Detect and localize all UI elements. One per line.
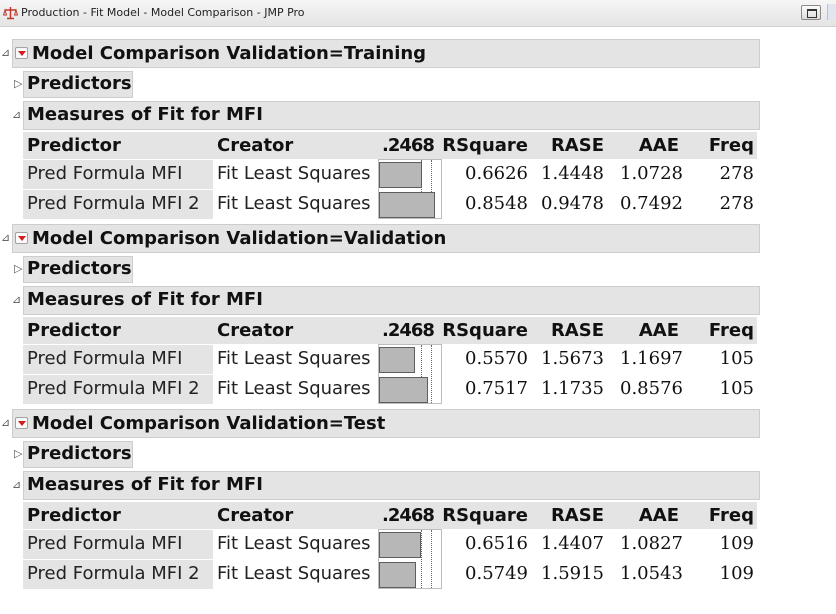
rsquare-bar-chart bbox=[378, 529, 442, 589]
measures-collapse-icon[interactable]: ⊿ bbox=[12, 109, 21, 121]
section-red-triangle-menu[interactable] bbox=[15, 417, 28, 429]
section-red-triangle-menu[interactable] bbox=[15, 47, 28, 59]
column-creator: Creator bbox=[217, 505, 294, 526]
column-rase: RASE bbox=[550, 505, 604, 526]
measures-title: Measures of Fit for MFI bbox=[27, 474, 263, 495]
rase-value: 1.4448 bbox=[541, 163, 604, 184]
creator-name: Fit Least Squares bbox=[217, 193, 371, 214]
rase-value: 1.5915 bbox=[541, 563, 604, 584]
column-freq: Freq bbox=[708, 505, 754, 526]
freq-value: 109 bbox=[719, 563, 754, 584]
measures-title: Measures of Fit for MFI bbox=[27, 104, 263, 125]
creator-name: Fit Least Squares bbox=[217, 348, 371, 369]
column-rsquare: RSquare bbox=[442, 135, 528, 156]
rase-value: 0.9478 bbox=[541, 193, 604, 214]
predictors-label: Predictors bbox=[27, 73, 132, 94]
section-title: Model Comparison Validation=Validation bbox=[32, 228, 447, 249]
section-collapse-icon[interactable]: ⊿ bbox=[1, 47, 10, 59]
section-collapse-icon[interactable]: ⊿ bbox=[1, 232, 10, 244]
column-aae: AAE bbox=[638, 505, 679, 526]
measures-collapse-icon[interactable]: ⊿ bbox=[12, 294, 21, 306]
column-rase: RASE bbox=[550, 320, 604, 341]
rase-value: 1.5673 bbox=[541, 348, 604, 369]
rsquare-bar bbox=[379, 562, 416, 588]
column-creator: Creator bbox=[217, 320, 294, 341]
freq-value: 105 bbox=[719, 348, 754, 369]
rsquare-value: 0.8548 bbox=[465, 193, 528, 214]
bar-reference-line bbox=[431, 530, 432, 588]
window-edge-icon bbox=[827, 4, 836, 20]
column-predictor: Predictor bbox=[27, 320, 121, 341]
rsquare-bar-chart bbox=[378, 159, 442, 219]
column-rsquare: RSquare bbox=[442, 505, 528, 526]
column-bar-scale: .2468 bbox=[382, 320, 435, 341]
creator-name: Fit Least Squares bbox=[217, 563, 371, 584]
aae-value: 0.7492 bbox=[620, 193, 683, 214]
predictor-name: Pred Formula MFI 2 bbox=[27, 193, 200, 214]
aae-value: 0.8576 bbox=[620, 378, 683, 399]
jmp-scale-icon bbox=[3, 7, 18, 20]
rsquare-bar bbox=[379, 192, 435, 218]
rsquare-bar bbox=[379, 162, 422, 188]
predictors-expand-icon[interactable]: ▷ bbox=[14, 448, 22, 460]
column-creator: Creator bbox=[217, 135, 294, 156]
aae-value: 1.1697 bbox=[620, 348, 683, 369]
section-red-triangle-menu[interactable] bbox=[15, 232, 28, 244]
restore-icon bbox=[807, 9, 817, 18]
column-freq: Freq bbox=[708, 320, 754, 341]
freq-value: 105 bbox=[719, 378, 754, 399]
predictor-name: Pred Formula MFI 2 bbox=[27, 563, 200, 584]
predictor-name: Pred Formula MFI bbox=[27, 348, 183, 369]
predictor-name: Pred Formula MFI 2 bbox=[27, 378, 200, 399]
predictor-name: Pred Formula MFI bbox=[27, 533, 183, 554]
rsquare-value: 0.5570 bbox=[465, 348, 528, 369]
rase-value: 1.4407 bbox=[541, 533, 604, 554]
rsquare-value: 0.5749 bbox=[465, 563, 528, 584]
rsquare-value: 0.6626 bbox=[465, 163, 528, 184]
aae-value: 1.0827 bbox=[620, 533, 683, 554]
section-collapse-icon[interactable]: ⊿ bbox=[1, 417, 10, 429]
column-predictor: Predictor bbox=[27, 505, 121, 526]
measures-title: Measures of Fit for MFI bbox=[27, 289, 263, 310]
rsquare-value: 0.6516 bbox=[465, 533, 528, 554]
predictors-expand-icon[interactable]: ▷ bbox=[14, 263, 22, 275]
rsquare-bar-chart bbox=[378, 344, 442, 404]
creator-name: Fit Least Squares bbox=[217, 378, 371, 399]
column-freq: Freq bbox=[708, 135, 754, 156]
column-aae: AAE bbox=[638, 320, 679, 341]
column-rase: RASE bbox=[550, 135, 604, 156]
aae-value: 1.0728 bbox=[620, 163, 683, 184]
bar-reference-line bbox=[421, 530, 422, 588]
freq-value: 278 bbox=[719, 193, 754, 214]
restore-window-button[interactable] bbox=[801, 5, 821, 20]
column-aae: AAE bbox=[638, 135, 679, 156]
predictors-label: Predictors bbox=[27, 443, 132, 464]
predictors-expand-icon[interactable]: ▷ bbox=[14, 78, 22, 90]
window-title-bar: Production - Fit Model - Model Compariso… bbox=[0, 0, 836, 27]
column-bar-scale: .2468 bbox=[382, 135, 435, 156]
predictor-name: Pred Formula MFI bbox=[27, 163, 183, 184]
aae-value: 1.0543 bbox=[620, 563, 683, 584]
column-predictor: Predictor bbox=[27, 135, 121, 156]
freq-value: 109 bbox=[719, 533, 754, 554]
rsquare-bar bbox=[379, 377, 428, 403]
rsquare-value: 0.7517 bbox=[465, 378, 528, 399]
creator-name: Fit Least Squares bbox=[217, 163, 371, 184]
column-rsquare: RSquare bbox=[442, 320, 528, 341]
creator-name: Fit Least Squares bbox=[217, 533, 371, 554]
freq-value: 278 bbox=[719, 163, 754, 184]
column-bar-scale: .2468 bbox=[382, 505, 435, 526]
rsquare-bar bbox=[379, 347, 415, 373]
bar-reference-line bbox=[431, 345, 432, 403]
section-title: Model Comparison Validation=Test bbox=[32, 413, 386, 434]
section-title: Model Comparison Validation=Training bbox=[32, 43, 427, 64]
window-title: Production - Fit Model - Model Compariso… bbox=[21, 6, 305, 19]
predictors-label: Predictors bbox=[27, 258, 132, 279]
rase-value: 1.1735 bbox=[541, 378, 604, 399]
rsquare-bar bbox=[379, 532, 421, 558]
measures-collapse-icon[interactable]: ⊿ bbox=[12, 479, 21, 491]
